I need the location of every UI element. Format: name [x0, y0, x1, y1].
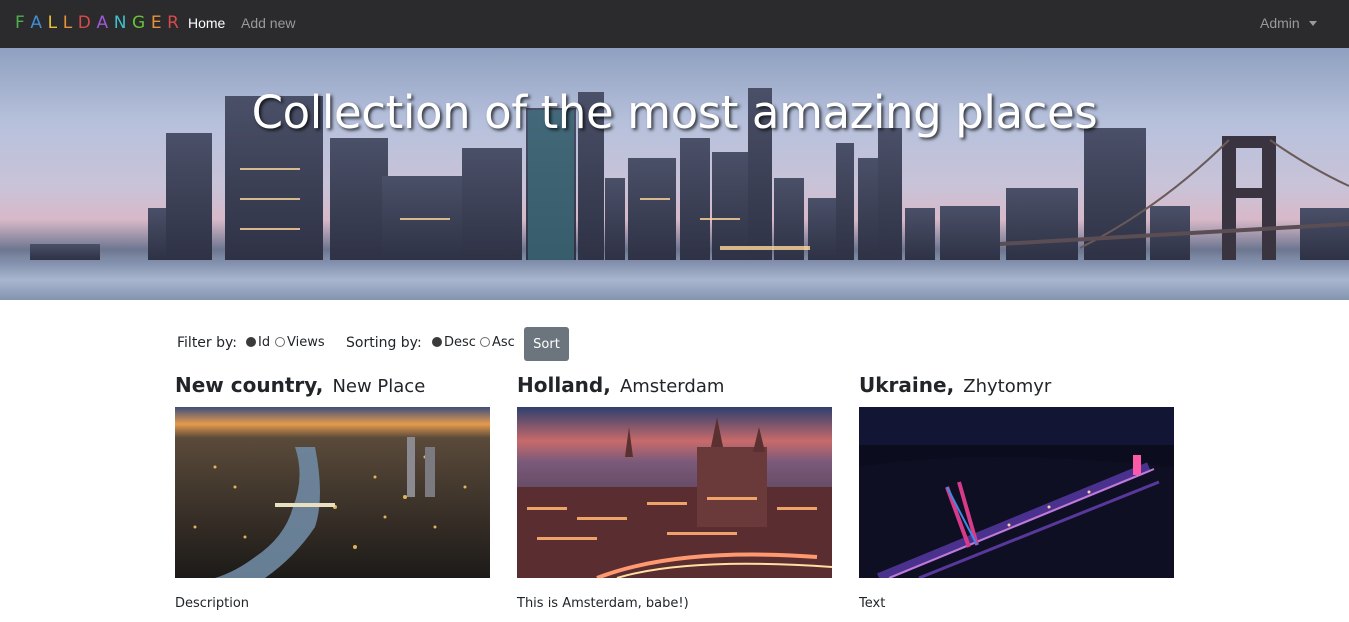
sort-asc-label[interactable]: Asc — [492, 335, 515, 350]
filter-id-radio[interactable] — [246, 337, 256, 347]
brand-letter: L — [62, 13, 78, 33]
chevron-down-icon[interactable] — [1309, 21, 1317, 26]
place-description: This is Amsterdam, babe!) — [517, 596, 689, 611]
place-image[interactable] — [859, 407, 1174, 578]
filter-label: Filter by: — [177, 335, 237, 351]
place-card[interactable]: Holland, Amsterdam This is Amsterdam, ba… — [517, 373, 832, 611]
brand-letter: A — [30, 13, 48, 33]
sort-asc-radio[interactable] — [480, 337, 490, 347]
nav-home-link[interactable]: Home — [188, 15, 225, 31]
place-description: Description — [175, 596, 250, 611]
place-title[interactable]: New country, New Place — [175, 373, 490, 403]
filter-id-label[interactable]: Id — [258, 335, 270, 350]
nav-add-new-link[interactable]: Add new — [241, 15, 295, 31]
brand-letter: E — [150, 13, 168, 33]
place-description: Text — [859, 596, 886, 611]
navbar: FALLDANGER Home Add new Admin — [0, 0, 1349, 48]
title-comma: , — [946, 373, 955, 397]
brand-letter: G — [132, 13, 151, 33]
hero-title: Collection of the most amazing places — [251, 86, 1098, 139]
sort-label: Sorting by: — [346, 335, 422, 351]
place-country: Holland — [517, 373, 604, 397]
admin-dropdown-toggle[interactable]: Admin — [1260, 15, 1300, 31]
brand-letter: D — [77, 13, 97, 33]
filter-sort-controls: Filter by: Id Views Sorting by: Desc Asc… — [0, 327, 1349, 361]
title-comma: , — [315, 373, 324, 397]
place-city: Zhytomyr — [963, 376, 1052, 397]
place-country: New country — [175, 373, 316, 397]
brand-letter: A — [96, 13, 114, 33]
place-title[interactable]: Holland, Amsterdam — [517, 373, 832, 403]
place-city: Amsterdam — [619, 376, 725, 397]
filter-views-label[interactable]: Views — [287, 335, 325, 350]
title-comma: , — [603, 373, 611, 397]
place-card[interactable]: New country, New Place Description — [175, 373, 490, 611]
place-country: Ukraine — [859, 373, 947, 397]
hero-banner: Collection of the most amazing places — [0, 48, 1349, 300]
filter-views-radio[interactable] — [275, 337, 285, 347]
place-title[interactable]: Ukraine, Zhytomyr — [859, 373, 1174, 403]
brand-letter: L — [47, 13, 63, 33]
brand-letter: R — [167, 13, 185, 33]
place-image[interactable] — [517, 407, 832, 578]
brand-letter: N — [113, 13, 133, 33]
sort-desc-radio[interactable] — [432, 337, 442, 347]
brand-letter: F — [15, 13, 31, 33]
sort-desc-label[interactable]: Desc — [444, 335, 476, 350]
place-city: New Place — [332, 376, 426, 397]
place-image[interactable] — [175, 407, 490, 578]
sort-button[interactable]: Sort — [524, 327, 569, 361]
place-card[interactable]: Ukraine, Zhytomyr Text — [859, 373, 1174, 611]
brand-logo[interactable]: FALLDANGER — [15, 13, 185, 33]
